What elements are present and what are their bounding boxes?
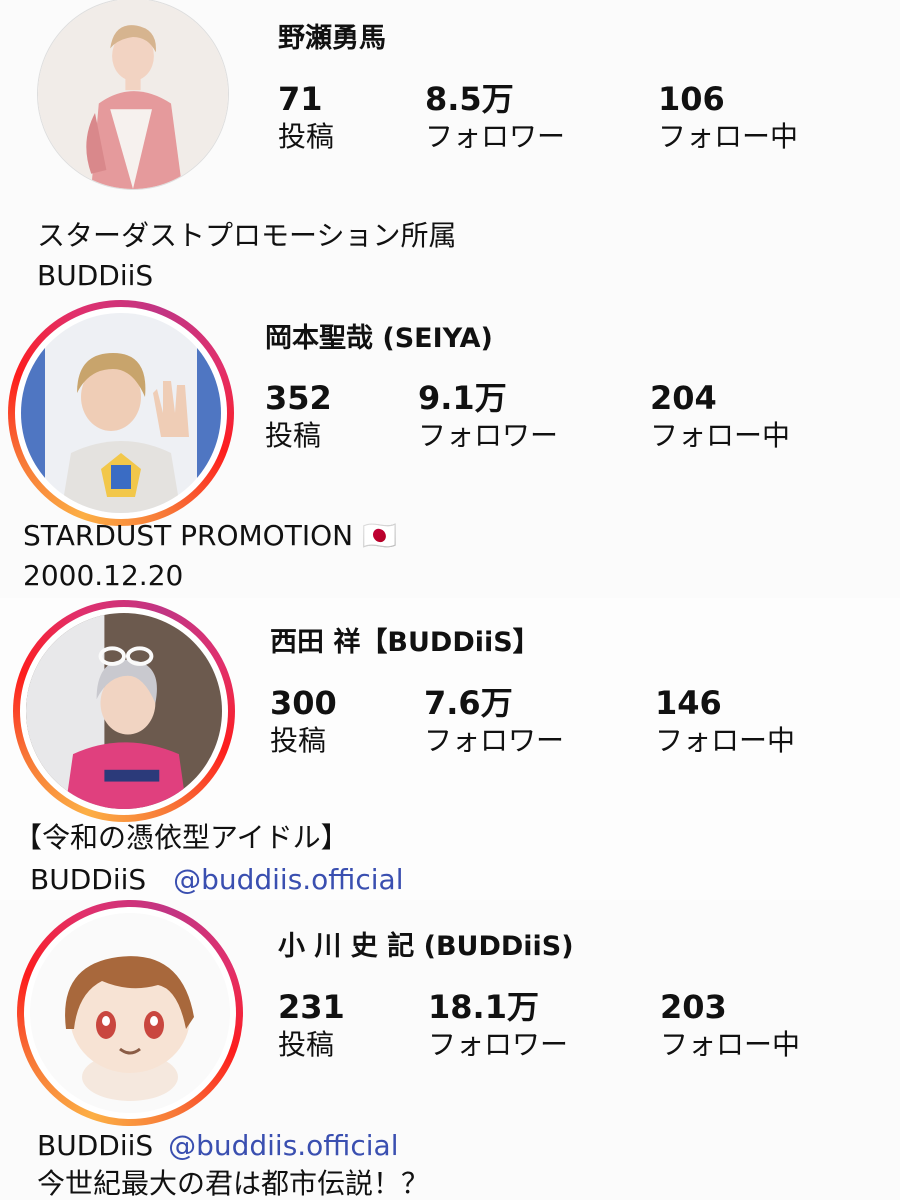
- bio-line-2: BUDDiiS: [37, 259, 154, 292]
- stat-label: フォロワー: [418, 419, 559, 452]
- bio-line-1: 【令和の憑依型アイドル】: [14, 821, 349, 854]
- stat-label: 投稿: [265, 419, 322, 452]
- stat-value: 231: [278, 988, 345, 1026]
- mention-link[interactable]: @buddiis.official: [173, 863, 403, 896]
- avatar-1[interactable]: [37, 0, 229, 190]
- stat-value: 18.1万: [428, 988, 539, 1026]
- stat-label: 投稿: [278, 120, 335, 153]
- stat-followers[interactable]: 8.5万 フォロワー: [425, 80, 565, 156]
- stat-label: フォロワー: [424, 724, 565, 757]
- avatar-4[interactable]: [17, 900, 243, 1126]
- stat-label: フォロー中: [658, 120, 799, 153]
- profile-name: 岡本聖哉 (SEIYA): [265, 323, 493, 354]
- stat-following[interactable]: 106 フォロー中: [658, 80, 798, 156]
- stat-label: フォロー中: [660, 1028, 801, 1061]
- bio-line-2: 2000.12.20: [23, 559, 184, 592]
- bio-line-1: STARDUST PROMOTION 🇯🇵: [23, 519, 397, 552]
- stat-value: 352: [265, 379, 332, 417]
- bio-line-1: スターダストプロモーション所属: [37, 219, 457, 252]
- stat-value: 7.6万: [424, 684, 513, 722]
- bio-line-1: BUDDiiS @buddiis.official: [37, 1126, 399, 1166]
- stat-value: 146: [655, 684, 722, 722]
- bio-text: BUDDiiS: [30, 863, 147, 896]
- profile-card-4: 小 川 史 記 (BUDDiiS) 231 投稿 18.1万 フォロワー 203…: [0, 900, 900, 1200]
- stat-value: 300: [270, 684, 337, 722]
- avatar-photo: [26, 613, 222, 809]
- stat-following[interactable]: 203 フォロー中: [660, 988, 800, 1064]
- avatar-2[interactable]: [8, 300, 234, 526]
- stat-value: 8.5万: [425, 80, 514, 118]
- profile-name: 小 川 史 記 (BUDDiiS): [278, 931, 574, 962]
- stat-label: フォロー中: [655, 724, 796, 757]
- stat-value: 203: [660, 988, 727, 1026]
- stat-posts[interactable]: 231 投稿: [278, 988, 345, 1064]
- profile-card-2: 岡本聖哉 (SEIYA) 352 投稿 9.1万 フォロワー 204 フォロー中…: [0, 298, 900, 598]
- stat-value: 9.1万: [418, 379, 507, 417]
- profile-name: 西田 祥【BUDDiiS】: [270, 627, 540, 658]
- stat-label: 投稿: [278, 1028, 335, 1061]
- profile-card-1: 野瀬勇馬 71 投稿 8.5万 フォロワー 106 フォロー中 スターダストプロ…: [0, 0, 900, 298]
- stat-value: 204: [650, 379, 717, 417]
- stat-label: 投稿: [270, 724, 327, 757]
- stat-label: フォロワー: [428, 1028, 569, 1061]
- bio-line-2: 今世紀最大の君は都市伝説！？: [37, 1167, 430, 1200]
- mention-link[interactable]: @buddiis.official: [168, 1129, 398, 1162]
- avatar-photo: [21, 313, 221, 513]
- bio-line-2: BUDDiiS @buddiis.official: [30, 860, 404, 900]
- stat-followers[interactable]: 9.1万 フォロワー: [418, 379, 558, 455]
- stat-label: フォロー中: [650, 419, 791, 452]
- stat-followers[interactable]: 18.1万 フォロワー: [428, 988, 568, 1064]
- stat-following[interactable]: 146 フォロー中: [655, 684, 795, 760]
- stat-value: 71: [278, 80, 323, 118]
- avatar-photo: [38, 0, 228, 189]
- stat-followers[interactable]: 7.6万 フォロワー: [424, 684, 564, 760]
- profile-card-3: 西田 祥【BUDDiiS】 300 投稿 7.6万 フォロワー 146 フォロー…: [0, 598, 900, 900]
- stat-posts[interactable]: 71 投稿: [278, 80, 334, 156]
- stat-following[interactable]: 204 フォロー中: [650, 379, 790, 455]
- avatar-3[interactable]: [13, 600, 235, 822]
- stat-label: フォロワー: [425, 120, 566, 153]
- bio-text: BUDDiiS: [37, 1129, 154, 1162]
- stat-value: 106: [658, 80, 725, 118]
- profile-name: 野瀬勇馬: [278, 23, 386, 54]
- avatar-photo: [30, 913, 230, 1113]
- stat-posts[interactable]: 352 投稿: [265, 379, 332, 455]
- stat-posts[interactable]: 300 投稿: [270, 684, 337, 760]
